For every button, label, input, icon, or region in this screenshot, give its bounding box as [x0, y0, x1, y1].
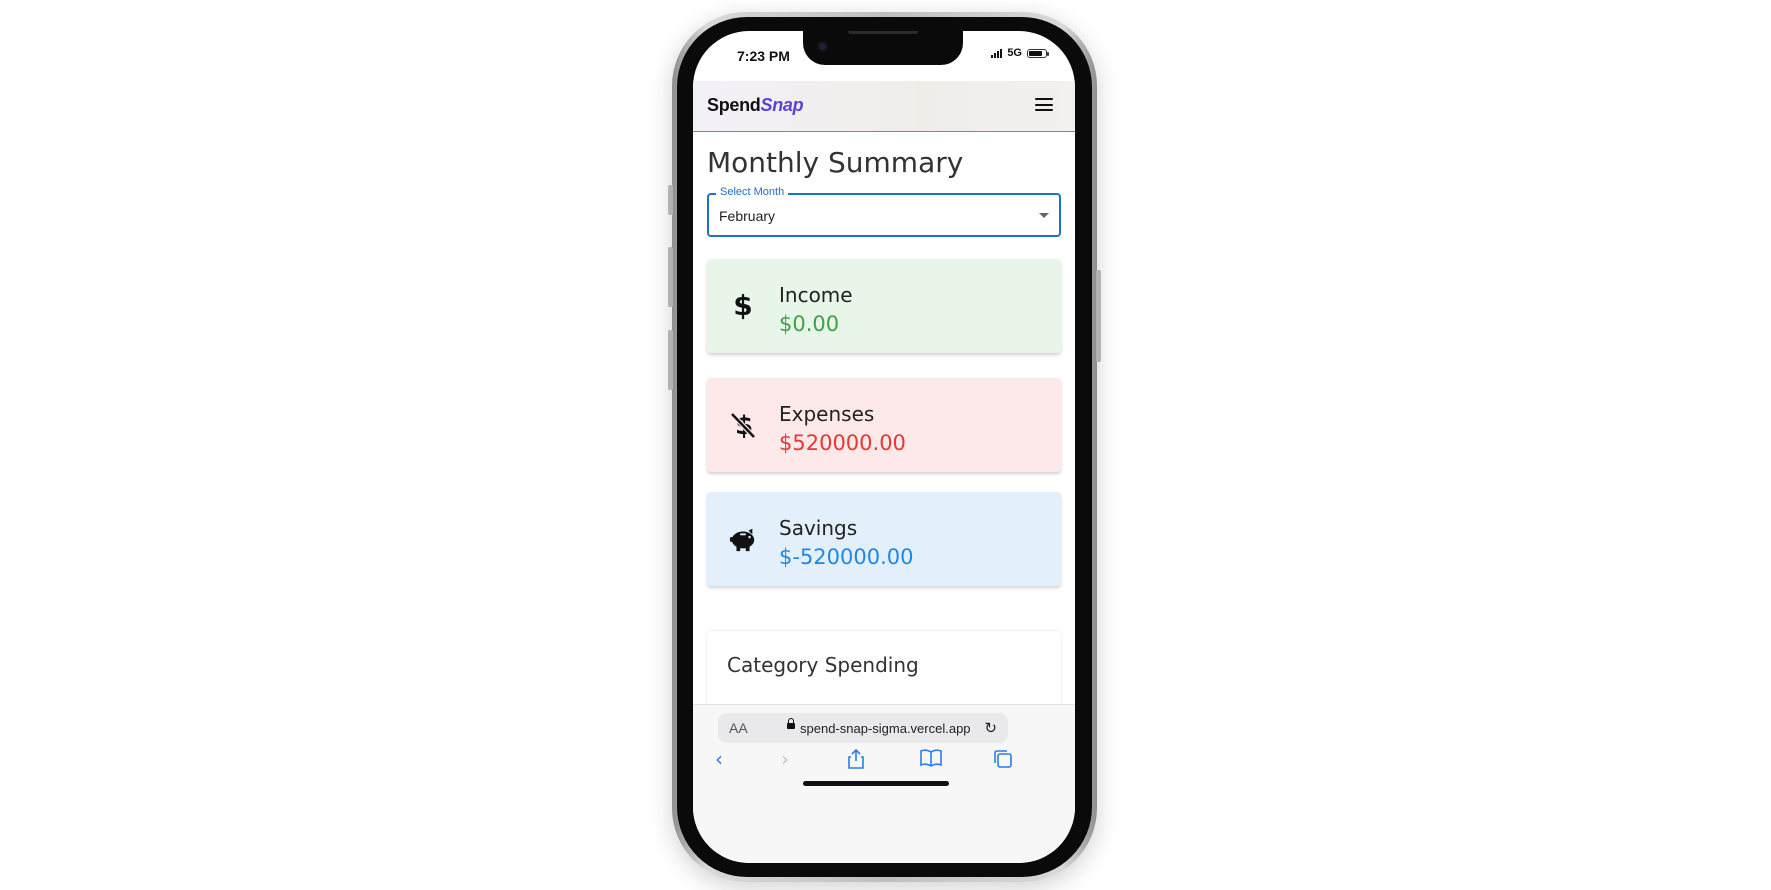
- expenses-label: Expenses: [779, 402, 875, 426]
- dollar-icon: $: [733, 289, 753, 322]
- volume-up-button: [668, 247, 673, 307]
- month-select-label: Select Month: [716, 186, 789, 198]
- safari-toolbar: AA spend-snap-sigma.vercel.app ↻ ‹ ›: [693, 704, 1075, 863]
- volume-down-button: [668, 330, 673, 390]
- network-label: 5G: [1007, 47, 1022, 59]
- logo-part-spend: Spend: [707, 95, 761, 115]
- income-amount: $0.00: [779, 312, 840, 336]
- notch: [803, 31, 963, 65]
- signal-icon: [991, 48, 1003, 58]
- savings-label: Savings: [779, 516, 858, 540]
- aa-label: AA: [729, 720, 748, 736]
- month-select[interactable]: Select Month February: [707, 186, 1061, 237]
- hamburger-menu-icon[interactable]: [1035, 98, 1053, 112]
- url-text: spend-snap-sigma.vercel.app: [800, 721, 971, 736]
- reader-settings-button[interactable]: AA: [729, 720, 748, 736]
- page-title: Monthly Summary: [707, 146, 964, 179]
- power-button: [1096, 270, 1101, 362]
- category-spending-title: Category Spending: [727, 653, 919, 677]
- reload-icon[interactable]: ↻: [984, 719, 997, 737]
- mute-switch: [668, 185, 673, 215]
- battery-icon: [1027, 48, 1049, 58]
- tabs-icon[interactable]: [993, 749, 1013, 772]
- bookmarks-icon[interactable]: [920, 749, 942, 770]
- money-off-icon: $: [729, 410, 757, 440]
- forward-icon[interactable]: ›: [781, 749, 789, 769]
- address-bar[interactable]: AA spend-snap-sigma.vercel.app ↻: [718, 713, 1008, 743]
- expenses-card: $ Expenses $520000.00: [707, 378, 1061, 472]
- month-select-value: February: [719, 208, 776, 224]
- income-card: $ Income $0.00: [707, 259, 1061, 353]
- expenses-amount: $520000.00: [779, 431, 906, 455]
- income-label: Income: [779, 283, 853, 307]
- front-camera: [817, 41, 828, 52]
- savings-amount: $-520000.00: [779, 545, 914, 569]
- status-indicators: 5G: [991, 47, 1049, 59]
- back-icon[interactable]: ‹: [715, 749, 723, 769]
- home-indicator[interactable]: [803, 781, 949, 786]
- lock-icon: [787, 718, 795, 729]
- logo-part-snap: Snap: [760, 95, 804, 115]
- dropdown-arrow-icon: [1039, 213, 1049, 218]
- piggy-bank-icon: [729, 524, 757, 554]
- status-time: 7:23 PM: [737, 48, 790, 64]
- share-icon[interactable]: [847, 748, 865, 772]
- app-logo[interactable]: SpendSnap: [707, 95, 804, 116]
- speaker: [848, 31, 918, 34]
- savings-card: Savings $-520000.00: [707, 492, 1061, 586]
- app-header: SpendSnap: [693, 81, 1075, 132]
- phone-screen: 7:23 PM 5G SpendSnap Monthly Summary Sel…: [693, 31, 1075, 863]
